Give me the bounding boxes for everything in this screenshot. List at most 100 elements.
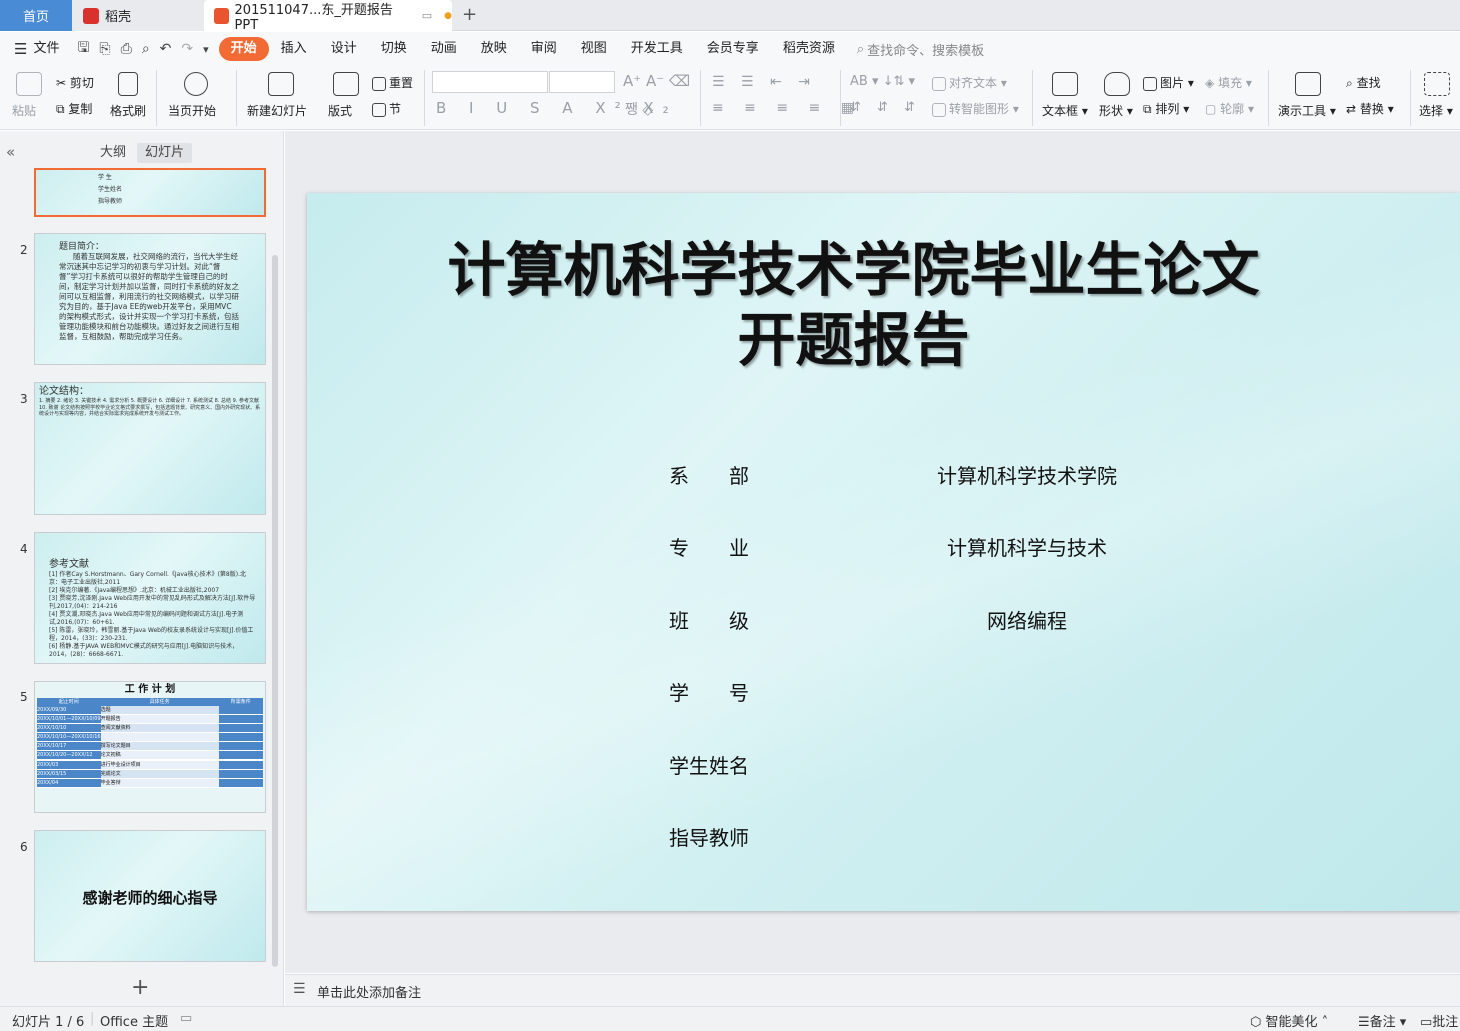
tab-document[interactable]: 201511047...东_开题报告PPT ▭ ●	[204, 0, 452, 33]
textbox-icon[interactable]	[1052, 72, 1078, 96]
slide-thumb-6[interactable]: 感谢老师的细心指导	[34, 830, 266, 962]
reset-button[interactable]: 重置	[372, 74, 413, 91]
align-text-icon	[932, 76, 946, 91]
section-button[interactable]: 节	[372, 100, 401, 117]
spacing-icons[interactable]: ⇵ ⇵ ⇵	[850, 100, 921, 115]
find-button[interactable]: ⌕ 查找	[1346, 74, 1381, 91]
replace-button[interactable]: ⇄ 替换 ▾	[1346, 100, 1394, 117]
fill-label: 填充	[1218, 76, 1243, 90]
slide-thumb-3[interactable]: 论文结构： 1. 摘要 2. 绪论 3. 关键技术 4. 需求分析 5. 概要设…	[34, 382, 266, 515]
table-cell	[218, 714, 263, 724]
font-size-select[interactable]	[549, 71, 615, 93]
notes-toggle-button[interactable]: ☰备注 ▾	[1358, 1011, 1406, 1030]
arrange-button[interactable]: ⧉ 排列 ▾	[1143, 100, 1189, 117]
beautify-button[interactable]: ⬡ 智能美化 ˄	[1250, 1011, 1328, 1030]
menu-member[interactable]: 会员专享	[695, 37, 771, 61]
menu-docer-resources[interactable]: 稻壳资源	[771, 37, 847, 61]
slide-title-line2[interactable]: 开题报告	[307, 293, 1460, 377]
tab-docer[interactable]: 稻壳	[73, 0, 203, 31]
thumb1-line: 学生姓名	[98, 186, 123, 193]
tab-document-label: 201511047...东_开题报告PPT	[234, 2, 393, 33]
current-slide[interactable]: 计算机科学技术学院毕业生论文 开题报告 系 部 计算机科学技术学院 专 业 计算…	[307, 193, 1460, 911]
notes-placeholder[interactable]: 单击此处添加备注	[317, 982, 421, 1001]
paste-icon[interactable]	[16, 72, 42, 96]
export-icon[interactable]: ⎘	[99, 41, 110, 57]
shape-icon[interactable]	[1104, 72, 1130, 96]
select-button[interactable]: 选择 ▾	[1419, 102, 1453, 119]
format-painter-icon[interactable]	[118, 72, 138, 96]
redo-icon[interactable]: ↷	[181, 41, 193, 57]
menu-transition[interactable]: 切换	[369, 37, 419, 61]
menu-developer[interactable]: 开发工具	[619, 37, 695, 61]
cut-button[interactable]: ✂ 剪切	[56, 74, 94, 91]
title-bar: 首页 稻壳 201511047...东_开题报告PPT ▭ ● +	[0, 0, 1460, 33]
add-slide-icon[interactable]: +	[131, 975, 149, 1000]
slide-number: 3	[20, 392, 28, 406]
picture-icon	[1143, 76, 1157, 91]
panel-scrollbar[interactable]	[272, 255, 278, 967]
format-painter-button[interactable]: 格式刷	[110, 102, 146, 119]
menu-design[interactable]: 设计	[319, 37, 369, 61]
notes-bar[interactable]: ☰ 单击此处添加备注	[285, 974, 1460, 1006]
play-from-current-button[interactable]: 当页开始	[168, 102, 216, 119]
field-value-class[interactable]: 网络编程	[847, 605, 1207, 634]
slide-thumb-5[interactable]: 工 作 计 划 起止时间 具体任务 所需条件 20XX/09/30 选题 20XX/…	[34, 681, 266, 813]
list-icons[interactable]: ☰ ☰ ⇤ ⇥	[712, 74, 816, 90]
notes-toggle-label: 备注	[1369, 1015, 1396, 1030]
field-value-department[interactable]: 计算机科学技术学院	[847, 460, 1207, 489]
layout-button[interactable]: 版式	[328, 102, 352, 119]
preview-icon[interactable]: ⌕	[142, 41, 150, 57]
tab-slides[interactable]: 幻灯片	[137, 143, 193, 163]
collapse-panel-icon[interactable]: «	[6, 143, 15, 161]
copy-label: 复制	[68, 102, 93, 116]
textbox-button[interactable]: 文本框 ▾	[1042, 102, 1088, 119]
new-slide-button[interactable]: 新建幻灯片	[247, 102, 307, 119]
search-icon: ⌕	[856, 41, 865, 57]
fill-button[interactable]: ◈ 填充 ▾	[1205, 74, 1252, 91]
layout-icon-small[interactable]: ▭	[180, 1011, 192, 1026]
tab-docer-label: 稻壳	[105, 10, 132, 25]
tab-home[interactable]: 首页	[0, 0, 72, 31]
menu-insert[interactable]: 插入	[269, 37, 319, 61]
slide-thumb-1[interactable]: 学 生 学生姓名 指导教师	[34, 168, 266, 217]
presenter-tools-button[interactable]: 演示工具 ▾	[1278, 102, 1336, 119]
save-icon[interactable]: 🖫	[77, 37, 89, 61]
convert-smartart-button[interactable]: 转智能图形 ▾	[932, 100, 1019, 117]
picture-button[interactable]: 图片 ▾	[1143, 74, 1194, 91]
menu-file[interactable]: 文件	[27, 37, 71, 61]
print-icon[interactable]: ⎙	[121, 41, 132, 57]
align-text-button[interactable]: 对齐文本 ▾	[932, 74, 1007, 91]
paste-button[interactable]: 粘贴	[12, 102, 36, 119]
highlight-icon[interactable]: 쨍 ◇	[625, 99, 653, 119]
menu-review[interactable]: 审阅	[519, 37, 569, 61]
slide-thumb-4[interactable]: 参考文献 [1] 作者Cay S.Horstmann、Gary Cornell.…	[34, 532, 266, 664]
hamburger-icon[interactable]: ☰	[14, 40, 27, 58]
layout-icon[interactable]	[333, 72, 359, 96]
slide-thumb-2[interactable]: 题目简介： 随着互联网发展，社交网络的流行，当代大学生经常沉迷其中忘记学习的初衷…	[34, 233, 266, 365]
text-direction-icon[interactable]: AB ▾ ↓⇅ ▾	[850, 74, 915, 89]
copy-button[interactable]: ⧉ 复制	[56, 100, 92, 117]
presenter-icon[interactable]	[1295, 72, 1321, 96]
menu-slideshow[interactable]: 放映	[469, 37, 519, 61]
menu-start[interactable]: 开始	[218, 37, 269, 61]
comments-button[interactable]: ▭批注	[1420, 1011, 1458, 1030]
more-icon[interactable]: ▾	[203, 43, 209, 56]
new-tab-icon[interactable]: +	[462, 4, 477, 25]
undo-icon[interactable]: ↶	[160, 41, 172, 57]
command-search-input[interactable]: 查找命令、搜索模板	[867, 40, 984, 59]
menu-view[interactable]: 视图	[569, 37, 619, 61]
outline-label: 轮廓	[1220, 102, 1245, 116]
field-value-major[interactable]: 计算机科学与技术	[847, 532, 1207, 561]
outline-button[interactable]: ▢ 轮廓 ▾	[1205, 100, 1254, 117]
new-slide-icon[interactable]	[268, 72, 294, 96]
thumb4-title: 参考文献	[49, 559, 89, 570]
tab-outline[interactable]: 大纲	[92, 143, 134, 163]
shape-button[interactable]: 形状 ▾	[1099, 102, 1133, 119]
select-icon[interactable]	[1424, 72, 1450, 96]
notes-toggle-icon: ☰	[1358, 1015, 1370, 1030]
font-grow-icon[interactable]: A⁺ A⁻ ⌫	[623, 72, 690, 90]
font-family-select[interactable]	[432, 71, 548, 93]
menu-animation[interactable]: 动画	[419, 37, 469, 61]
play-icon[interactable]	[184, 72, 208, 96]
monitor-icon[interactable]: ▭	[422, 9, 432, 22]
